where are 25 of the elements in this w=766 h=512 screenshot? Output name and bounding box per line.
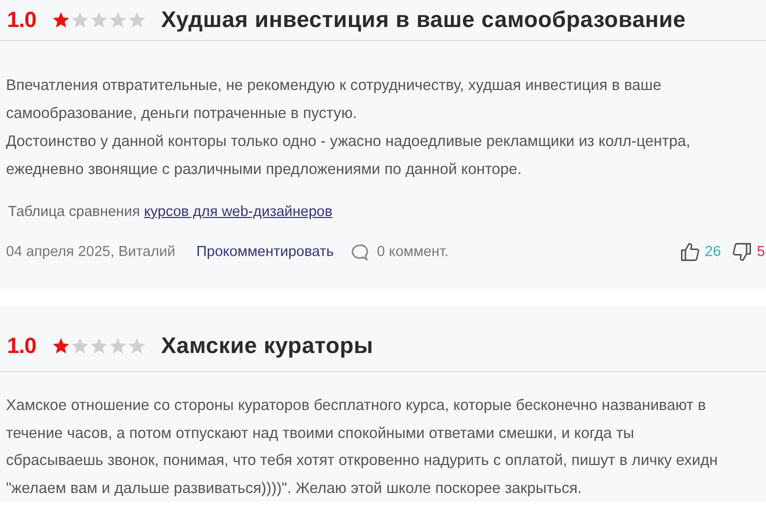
- review-title: Хамские кураторы: [161, 333, 374, 359]
- star-icon: [90, 337, 108, 355]
- review-title: Худшая инвестиция в ваше самообразование: [161, 7, 686, 33]
- comment-link[interactable]: Прокомментировать: [196, 244, 334, 260]
- star-icon: [52, 11, 70, 29]
- thumbs-up-icon: [678, 241, 701, 263]
- star-icon: [109, 11, 128, 29]
- review-text: Впечатления отвратительные, не рекомендую к сотрудничеству, худшая инвестиция в ваше самообразование, деньги потраченные в пустую. Достоинство у данной конторы только одно - ужасно надоедливые рекламщики из колл-центра, ежедневно звонящие с различными предложениями по данной конторе.: [6, 76, 692, 180]
- review-text: Хамское отношение со стороны кураторов бесплатного курса, которые бесконечно названивают в течение часов, а потом отпускают над твоими спокойными ответами смешки, и когда ты сбрасываешь звонок, понимая, что тебя хотят откровенно надурить с оплатой, пишут в личку ехидн "желаем вам и дальше развиваться))))". Желаю этой школе поскорее закрыться.: [6, 396, 719, 498]
- star-icon: [128, 11, 146, 29]
- dislike-button[interactable]: 5: [730, 241, 765, 263]
- star-icon: [71, 11, 90, 29]
- star-icon: [71, 337, 90, 355]
- speech-bubble-icon: [350, 242, 369, 262]
- star-icon: [90, 11, 108, 29]
- star-icon: [128, 337, 146, 355]
- thumbs-down-icon: [730, 241, 753, 263]
- star-icon: [109, 337, 128, 355]
- comparison-note: Таблица сравнения курсов для web-дизайнеров: [8, 203, 332, 222]
- review-date-author: 04 апреля 2025, Виталий: [6, 244, 176, 260]
- star-icon: [52, 337, 70, 355]
- comment-count: 0 коммент.: [376, 244, 449, 260]
- comparison-link[interactable]: курсов для web-дизайнеров: [144, 204, 332, 220]
- rating-score: 1.0: [7, 7, 36, 33]
- rating-score: 1.0: [7, 333, 36, 359]
